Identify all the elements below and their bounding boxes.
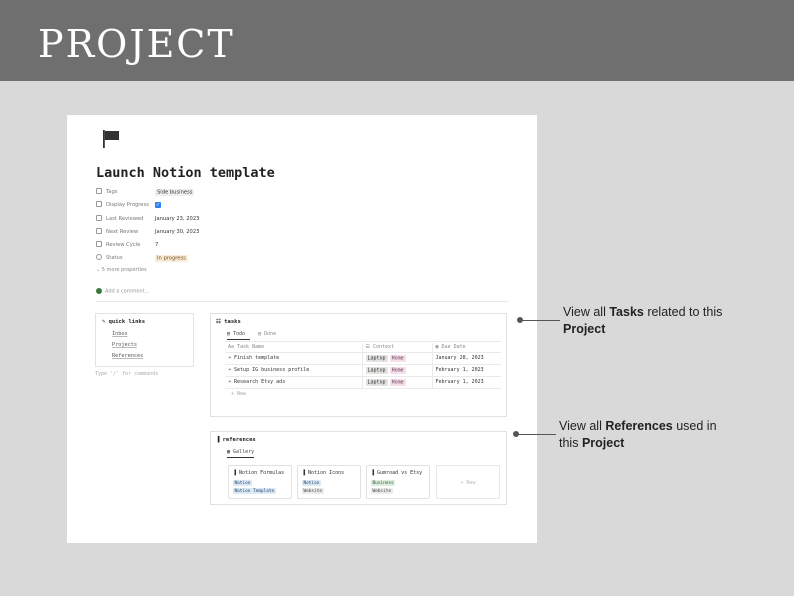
quick-links-block: ✎ quick links Inbox Projects References [95, 313, 194, 367]
number-icon [96, 241, 102, 248]
command-hint[interactable]: Type '/' for commands [95, 371, 158, 377]
list-icon [96, 188, 102, 194]
property-review-cycle[interactable]: Review Cycle 7 [96, 240, 516, 253]
column-header[interactable]: ☰ Context [361, 343, 432, 353]
status-badge: In progress [155, 254, 188, 262]
properties-list: Tags Side business Display Progress ✓ La… [96, 187, 516, 267]
gallery-card[interactable]: ▐ Notion Icons Notion Website [297, 465, 361, 499]
references-title[interactable]: ▐ references [216, 437, 256, 443]
callout-line [522, 320, 560, 321]
progress-checkbox[interactable]: ✓ [155, 202, 161, 209]
more-properties-toggle[interactable]: ⌄ 5 more properties [96, 267, 147, 273]
property-status[interactable]: Status In progress [96, 253, 516, 266]
tag-chip: Side business [155, 188, 195, 196]
table-row[interactable]: ➔ Finish template Laptop Home January 28,… [225, 352, 501, 365]
quick-links-title: ✎ quick links [102, 319, 146, 325]
property-tags[interactable]: Tags Side business [96, 187, 516, 200]
tasks-tabs: ▤ Todo ▤ Done [227, 331, 286, 340]
tab-todo[interactable]: ▤ Todo [227, 331, 251, 340]
divider [96, 301, 508, 302]
tab-done[interactable]: ▤ Done [258, 331, 281, 337]
header-banner: PROJECT [0, 0, 794, 81]
link-icon: ✎ [102, 319, 109, 325]
banner-title: PROJECT [38, 22, 235, 66]
tasks-callout: View all Tasks related to this Project [563, 305, 723, 336]
column-header[interactable]: Aa Task Name [225, 343, 362, 353]
tasks-database: ☷ tasks ▤ Todo ▤ Done Aa Task Name ☰ Con… [210, 313, 507, 417]
tab-gallery[interactable]: ▦ Gallery [227, 449, 255, 458]
formula-icon [96, 227, 102, 234]
quick-link-inbox[interactable]: Inbox [112, 331, 128, 337]
property-last-reviewed[interactable]: Last Reviewed January 23, 2023 [96, 214, 516, 227]
tasks-title[interactable]: ☷ tasks [216, 319, 241, 325]
quick-link-projects[interactable]: Projects [112, 342, 137, 348]
checkbox-icon [96, 201, 102, 208]
comment-input[interactable]: Add a comment... [96, 288, 149, 295]
notion-page: Launch Notion template Tags Side busines… [67, 115, 537, 543]
property-next-review[interactable]: Next Review January 30, 2023 [96, 227, 516, 240]
tasks-table: Aa Task Name ☰ Context ▦ Due Date ➔ Fini… [225, 343, 501, 389]
bookmark-icon: ▐ [216, 437, 223, 443]
gallery-card[interactable]: ▐ Gumroad vs Etsy Business Website [366, 465, 430, 499]
status-icon [96, 254, 102, 261]
new-reference-button[interactable]: + New [436, 465, 500, 499]
references-database: ▐ references ▦ Gallery ▐ Notion Formulas… [210, 431, 507, 505]
property-display-progress[interactable]: Display Progress ✓ [96, 200, 516, 213]
table-row[interactable]: ➔ Setup IG business profile Laptop Home F… [225, 364, 501, 377]
column-header[interactable]: ▦ Due Date [431, 343, 501, 353]
calendar-icon [96, 214, 102, 221]
table-icon: ☷ [216, 319, 225, 325]
references-callout: View all References used in this Project [559, 419, 717, 450]
avatar [96, 288, 102, 294]
gallery-card[interactable]: ▐ Notion Formulas Notion Notion Template [228, 465, 292, 499]
callout-line [518, 434, 556, 435]
page-title[interactable]: Launch Notion template [96, 165, 275, 181]
quick-link-references[interactable]: References [112, 353, 143, 359]
flag-icon[interactable] [101, 129, 121, 149]
table-row[interactable]: ➔ Research Etsy ads Laptop Home February … [225, 376, 501, 389]
new-task-button[interactable]: + New [231, 391, 246, 397]
divider [225, 341, 501, 342]
